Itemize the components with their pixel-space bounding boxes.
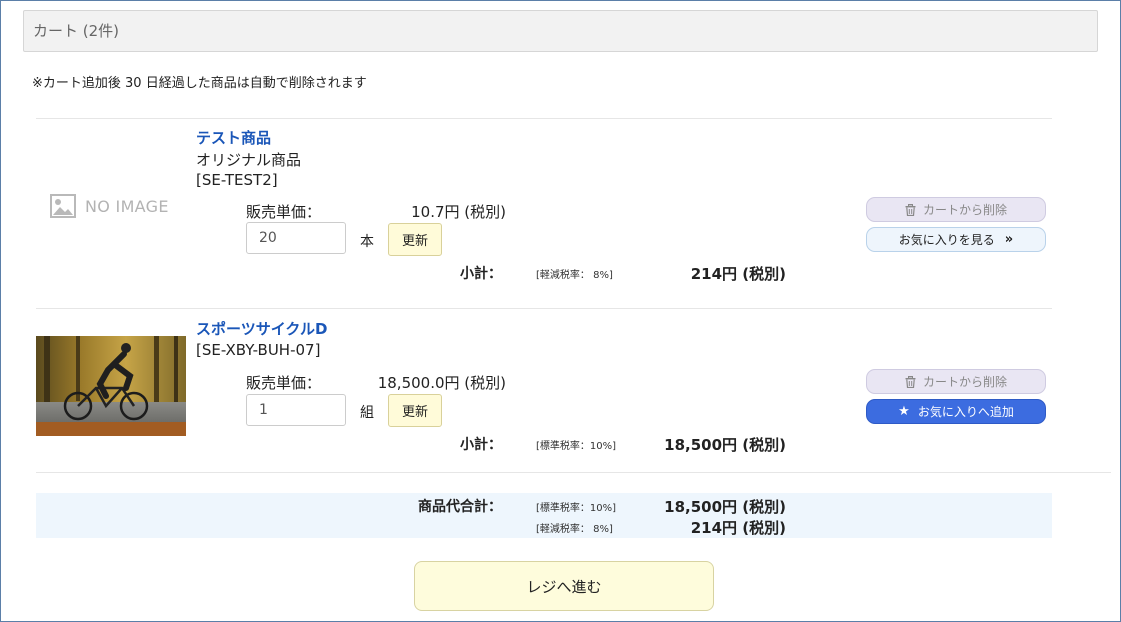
add-to-favorites-button[interactable]: ★ お気に入りへ追加	[866, 399, 1046, 424]
divider	[36, 472, 1111, 473]
unit-price: 18,500.0円 (税別)	[377, 374, 506, 392]
subtotal-amount: 214円 (税別)	[690, 265, 786, 283]
add-favorites-label: お気に入りへ追加	[917, 405, 1014, 419]
product-name-link[interactable]: スポーツサイクルD	[196, 318, 327, 339]
standard-tax-rate: [標準税率：10%]	[536, 503, 617, 514]
cart-title: カート (2件)	[33, 22, 120, 40]
subtotal-label: 小計：	[460, 266, 502, 282]
checkout-button[interactable]: レジへ進む	[414, 561, 714, 611]
trash-icon	[905, 375, 916, 388]
quantity-input[interactable]	[246, 394, 346, 426]
no-image-label: NO IMAGE	[85, 196, 169, 216]
remove-from-cart-button[interactable]: カートから削除	[866, 369, 1046, 394]
view-favorites-button[interactable]: お気に入りを見る »	[866, 227, 1046, 252]
star-icon: ★	[898, 404, 910, 419]
image-placeholder-icon	[50, 194, 76, 218]
view-favorites-label: お気に入りを見る	[898, 233, 995, 247]
product-image[interactable]	[36, 336, 186, 436]
cyclist-photo	[36, 336, 186, 436]
total-label: 商品代合計：	[418, 499, 502, 515]
product-subtitle: オリジナル商品	[196, 151, 302, 169]
quantity-unit: 組	[360, 405, 374, 421]
update-button[interactable]: 更新	[388, 223, 442, 256]
quantity-unit: 本	[360, 234, 374, 250]
no-image-placeholder: NO IMAGE	[50, 194, 169, 218]
unit-price: 10.7円 (税別)	[411, 203, 506, 221]
tax-rate: [軽減税率： 8%]	[536, 270, 613, 281]
reduced-total-amount: 214円 (税別)	[690, 519, 786, 537]
product-sku: [SE-XBY-BUH-07]	[196, 341, 321, 359]
remove-label: カートから削除	[922, 375, 1007, 389]
cart-notice: ※カート追加後 30 日経過した商品は自動で削除されます	[32, 76, 367, 91]
divider	[36, 118, 1052, 119]
chevron-double-right-icon: »	[1004, 232, 1014, 247]
reduced-tax-rate: [軽減税率： 8%]	[536, 524, 613, 535]
remove-from-cart-button[interactable]: カートから削除	[866, 197, 1046, 222]
tax-rate: [標準税率：10%]	[536, 441, 617, 452]
product-name-link[interactable]: テスト商品	[196, 127, 271, 148]
trash-icon	[905, 203, 916, 216]
subtotal-label: 小計：	[460, 437, 502, 453]
update-button[interactable]: 更新	[388, 394, 442, 427]
standard-total-amount: 18,500円 (税別)	[664, 498, 786, 516]
quantity-input[interactable]	[246, 222, 346, 254]
divider	[36, 308, 1052, 309]
product-sku: [SE-TEST2]	[196, 171, 278, 189]
remove-label: カートから削除	[922, 203, 1007, 217]
cart-header: カート (2件)	[23, 10, 1098, 52]
subtotal-amount: 18,500円 (税別)	[664, 436, 786, 454]
